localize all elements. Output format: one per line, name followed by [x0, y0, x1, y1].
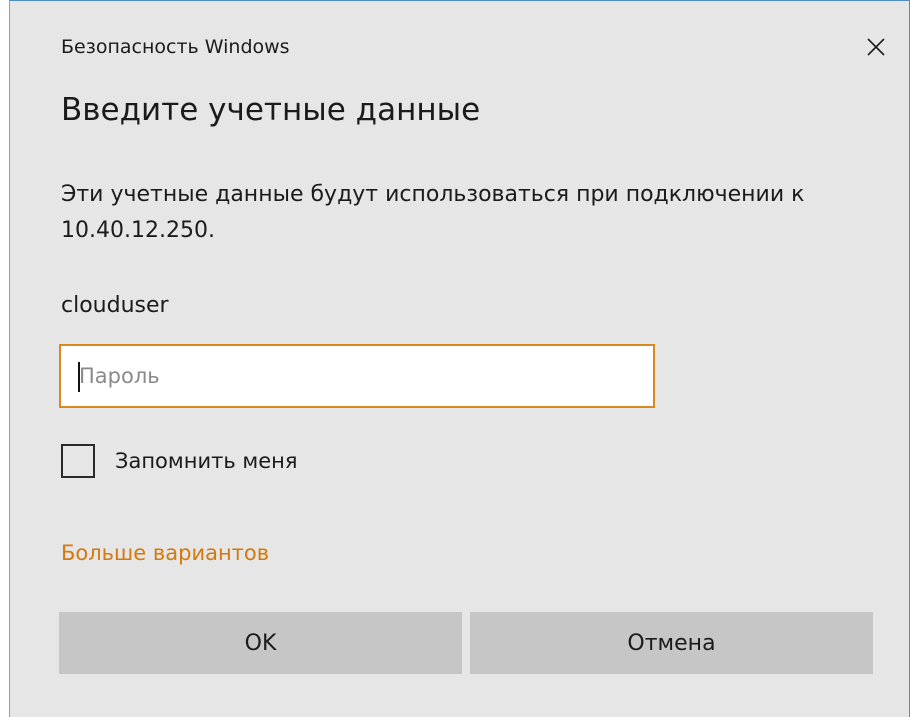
dialog-heading: Введите учетные данные — [61, 92, 481, 128]
password-field-container[interactable] — [59, 344, 655, 408]
cancel-button[interactable]: Отмена — [470, 612, 873, 674]
more-options-link[interactable]: Больше вариантов — [61, 538, 269, 568]
username-label: clouduser — [61, 293, 169, 318]
remember-me-label: Запомнить меня — [115, 449, 298, 473]
ok-button[interactable]: OK — [59, 612, 462, 674]
password-input[interactable] — [61, 346, 653, 406]
text-caret — [78, 362, 80, 392]
remember-me-checkbox[interactable] — [61, 444, 95, 478]
remember-me-option[interactable]: Запомнить меня — [61, 444, 298, 478]
close-button[interactable] — [863, 34, 889, 60]
window-title: Безопасность Windows — [61, 36, 290, 58]
credentials-dialog: Безопасность Windows Введите учетные дан… — [9, 0, 910, 717]
dialog-description: Эти учетные данные будут использоваться … — [61, 182, 805, 243]
close-icon — [867, 38, 885, 56]
